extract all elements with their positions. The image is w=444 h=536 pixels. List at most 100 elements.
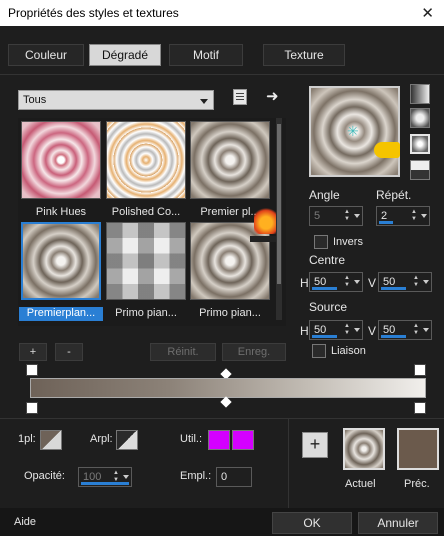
add-gradient-button[interactable]: +: [19, 343, 47, 361]
chevron-down-icon[interactable]: [354, 214, 360, 218]
previous-label: Préc.: [404, 478, 430, 490]
pointing-hand-icon: [374, 142, 400, 158]
chevron-down-icon[interactable]: [354, 328, 360, 332]
gradient-thumb-selected[interactable]: [21, 222, 101, 300]
gradient-thumb[interactable]: [21, 121, 101, 199]
chevron-down-icon[interactable]: [354, 280, 360, 284]
repeat-level-bar: [379, 221, 393, 224]
chevron-down-icon: [200, 99, 208, 104]
bottom-stop-left-icon[interactable]: [26, 402, 38, 414]
gradient-preview[interactable]: ✳: [309, 86, 400, 177]
midpoint-bottom-icon[interactable]: [220, 396, 232, 408]
opacity-label: Opacité:: [24, 470, 65, 482]
rectangular-style-icon[interactable]: [410, 108, 430, 128]
source-v-label: V: [368, 324, 377, 338]
linear-style-icon[interactable]: [410, 84, 430, 104]
spin-arrows-icon[interactable]: ▲ ▼: [413, 323, 419, 337]
link-checkbox[interactable]: [312, 344, 326, 358]
current-swatch[interactable]: [343, 428, 385, 470]
section-divider: [0, 418, 444, 419]
radial-style-icon[interactable]: [410, 134, 430, 154]
category-dropdown[interactable]: Tous: [18, 90, 214, 110]
tabs-divider: [0, 74, 444, 75]
opacity-level-bar: [81, 482, 129, 485]
invert-label: Invers: [333, 236, 363, 248]
arpl-label: Arpl:: [90, 433, 113, 445]
arpl-swatch[interactable]: [116, 430, 138, 450]
export-arrow-icon[interactable]: ➜: [266, 87, 279, 105]
gradient-caption: Polished Co...: [111, 206, 181, 218]
gradient-caption: Primo pian...: [115, 307, 177, 319]
center-h-level-bar: [312, 287, 337, 290]
chevron-down-icon[interactable]: [423, 280, 429, 284]
chevron-down-icon[interactable]: [123, 475, 129, 479]
link-label: Liaison: [331, 345, 366, 357]
angle-value: 5: [314, 210, 321, 222]
current-label: Actuel: [345, 478, 376, 490]
category-value: Tous: [23, 94, 47, 106]
spin-arrows-icon[interactable]: ▲ ▼: [344, 275, 350, 289]
opacity-input[interactable]: 100 ▲ ▼: [78, 467, 132, 487]
angle-input[interactable]: 5 ▲ ▼: [309, 206, 363, 226]
bottom-stop-right-icon[interactable]: [414, 402, 426, 414]
close-icon[interactable]: ✕: [421, 4, 434, 22]
spin-arrows-icon[interactable]: ▲ ▼: [413, 275, 419, 289]
center-label: Centre: [309, 253, 346, 267]
empl-value: 0: [221, 471, 228, 483]
reset-button[interactable]: Réinit.: [150, 343, 216, 361]
grid-scrollbar-thumb[interactable]: [277, 124, 281, 284]
center-h-input[interactable]: 50 ▲ ▼: [309, 272, 363, 292]
cancel-button[interactable]: Annuler: [358, 512, 438, 534]
center-h-label: H: [300, 276, 309, 290]
util-swatch-2[interactable]: [232, 430, 254, 450]
tab-texture[interactable]: Texture: [263, 44, 345, 66]
tab-motif[interactable]: Motif: [169, 44, 243, 66]
util-swatch[interactable]: [208, 430, 230, 450]
spin-arrows-icon[interactable]: ▲ ▼: [344, 323, 350, 337]
empl-input[interactable]: 0: [216, 467, 252, 487]
gradient-thumb[interactable]: [106, 121, 186, 199]
center-crosshair-icon[interactable]: ✳: [347, 123, 359, 140]
chevron-down-icon[interactable]: [423, 328, 429, 332]
gradient-thumb[interactable]: [190, 121, 270, 199]
top-stop-right-icon[interactable]: [414, 364, 426, 376]
help-link[interactable]: Aide: [14, 516, 36, 528]
chevron-down-icon[interactable]: [421, 214, 427, 218]
source-v-input[interactable]: 50 ▲ ▼: [378, 320, 432, 340]
first-plan-swatch[interactable]: [40, 430, 62, 450]
source-v-level-bar: [381, 335, 406, 338]
window-title: Propriétés des styles et textures: [0, 0, 444, 26]
top-stop-left-icon[interactable]: [26, 364, 38, 376]
source-h-input[interactable]: 50 ▲ ▼: [309, 320, 363, 340]
previous-swatch[interactable]: [397, 428, 439, 470]
gradient-library-grid: Pink Hues Polished Co... Premier pl... P…: [18, 118, 286, 326]
first-plan-label: 1pl:: [18, 433, 36, 445]
remove-gradient-button[interactable]: -: [55, 343, 83, 361]
empl-label: Empl.:: [180, 470, 212, 482]
repeat-input[interactable]: 2 ▲ ▼: [376, 206, 430, 226]
save-button[interactable]: Enreg.: [222, 343, 286, 361]
spin-arrows-icon[interactable]: ▲ ▼: [344, 209, 350, 223]
source-label: Source: [309, 300, 348, 314]
util-label: Util.:: [180, 433, 202, 445]
angle-label: Angle: [309, 188, 340, 202]
ok-button[interactable]: OK: [272, 512, 352, 534]
source-h-label: H: [300, 324, 309, 338]
center-v-level-bar: [381, 287, 406, 290]
sunburst-style-icon[interactable]: [410, 160, 430, 180]
library-book-icon[interactable]: [233, 89, 247, 105]
gradient-caption: Pink Hues: [35, 206, 87, 218]
gradient-thumb[interactable]: [106, 222, 186, 300]
center-v-input[interactable]: 50 ▲ ▼: [378, 272, 432, 292]
repeat-label: Répét.: [376, 188, 412, 202]
tab-couleur[interactable]: Couleur: [8, 44, 84, 66]
tab-degrade[interactable]: Dégradé: [89, 44, 161, 66]
gradient-editor-bar[interactable]: [30, 378, 426, 398]
spin-arrows-icon[interactable]: ▲ ▼: [411, 209, 417, 223]
add-swatch-button[interactable]: +: [302, 432, 328, 458]
gradient-caption: Primo pian...: [199, 307, 261, 319]
vertical-divider: [288, 418, 289, 508]
invert-checkbox[interactable]: [314, 235, 328, 249]
source-h-level-bar: [312, 335, 337, 338]
gradient-caption-selected: Premierplan...: [19, 307, 103, 321]
